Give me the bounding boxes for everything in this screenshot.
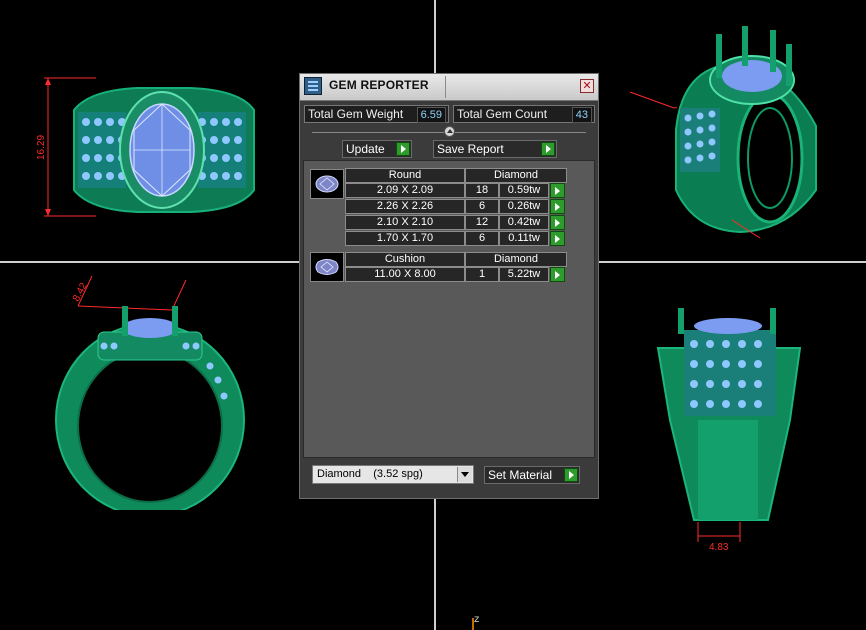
ring-perspective-view — [629, 26, 817, 239]
select-gem-button[interactable] — [550, 215, 565, 230]
select-gem-button[interactable] — [550, 231, 565, 246]
select-gem-button[interactable] — [550, 183, 565, 198]
update-button[interactable]: Update — [342, 140, 412, 158]
axis-z-label: z — [474, 614, 480, 625]
set-material-label: Set Material — [488, 468, 553, 482]
total-gem-count-label: Total Gem Count — [457, 107, 548, 121]
gem-reporter-icon — [304, 77, 322, 95]
save-report-button[interactable]: Save Report — [433, 140, 557, 158]
chevron-down-icon[interactable] — [457, 467, 472, 482]
gem-size-cell: 2.26 X 2.26 — [345, 199, 465, 214]
ring-side-view: 4.83 — [656, 308, 802, 553]
material-dropdown[interactable]: Diamond (3.52 spg) — [312, 465, 474, 484]
material-dropdown-value: Diamond (3.52 spg) — [317, 468, 423, 480]
gem-weight-cell: 0.26tw — [499, 199, 549, 214]
window-title: GEM REPORTER — [329, 78, 429, 92]
gem-shape-header: Cushion — [345, 252, 465, 267]
gem-count-cell: 6 — [465, 199, 499, 214]
dimension-label-shank: 4.83 — [709, 542, 729, 553]
window-titlebar[interactable]: GEM REPORTER ✕ — [300, 74, 598, 101]
save-report-label: Save Report — [437, 142, 504, 156]
gem-shape-header: Round — [345, 168, 465, 183]
gem-reporter-window[interactable]: GEM REPORTER ✕ Total Gem Weight 6.59 Tot… — [299, 73, 599, 499]
gem-size-cell: 2.10 X 2.10 — [345, 215, 465, 230]
play-arrow-icon — [564, 468, 578, 482]
total-gem-count-field: Total Gem Count 43 — [453, 105, 595, 123]
play-arrow-icon — [396, 142, 410, 156]
close-button[interactable]: ✕ — [580, 79, 594, 93]
total-gem-count-value: 43 — [571, 107, 592, 123]
total-gem-weight-label: Total Gem Weight — [308, 107, 404, 121]
gem-material-header: Diamond — [465, 168, 567, 183]
update-button-label: Update — [346, 142, 385, 156]
select-gem-button[interactable] — [550, 267, 565, 282]
titlebar-divider — [445, 76, 446, 98]
collapse-toggle[interactable] — [444, 126, 455, 137]
gem-weight-cell: 0.42tw — [499, 215, 549, 230]
gem-count-cell: 18 — [465, 183, 499, 198]
set-material-button[interactable]: Set Material — [484, 466, 580, 484]
round-gem-thumbnail — [310, 169, 344, 199]
dimension-label-width: 16.29 — [36, 135, 47, 160]
select-gem-button[interactable] — [550, 199, 565, 214]
gem-weight-cell: 0.59tw — [499, 183, 549, 198]
cushion-gem-thumbnail — [310, 252, 344, 282]
gem-count-cell: 12 — [465, 215, 499, 230]
dimension-label-height: 8.42 — [71, 281, 90, 304]
gem-size-cell: 1.70 X 1.70 — [345, 231, 465, 246]
total-gem-weight-field: Total Gem Weight 6.59 — [304, 105, 449, 123]
ring-top-view: 16.29 — [36, 77, 255, 217]
gem-count-cell: 1 — [465, 267, 499, 282]
gem-weight-cell: 5.22tw — [499, 267, 549, 282]
gem-size-cell: 2.09 X 2.09 — [345, 183, 465, 198]
ring-front-view: 8.42 — [55, 275, 245, 510]
gem-weight-cell: 0.11tw — [499, 231, 549, 246]
total-gem-weight-value: 6.59 — [416, 107, 446, 123]
gem-material-header: Diamond — [465, 252, 567, 267]
gem-size-cell: 11.00 X 8.00 — [345, 267, 465, 282]
play-arrow-icon — [541, 142, 555, 156]
gem-list: Round Diamond 2.09 X 2.09 18 0.59tw 2.26… — [303, 160, 595, 458]
gem-count-cell: 6 — [465, 231, 499, 246]
